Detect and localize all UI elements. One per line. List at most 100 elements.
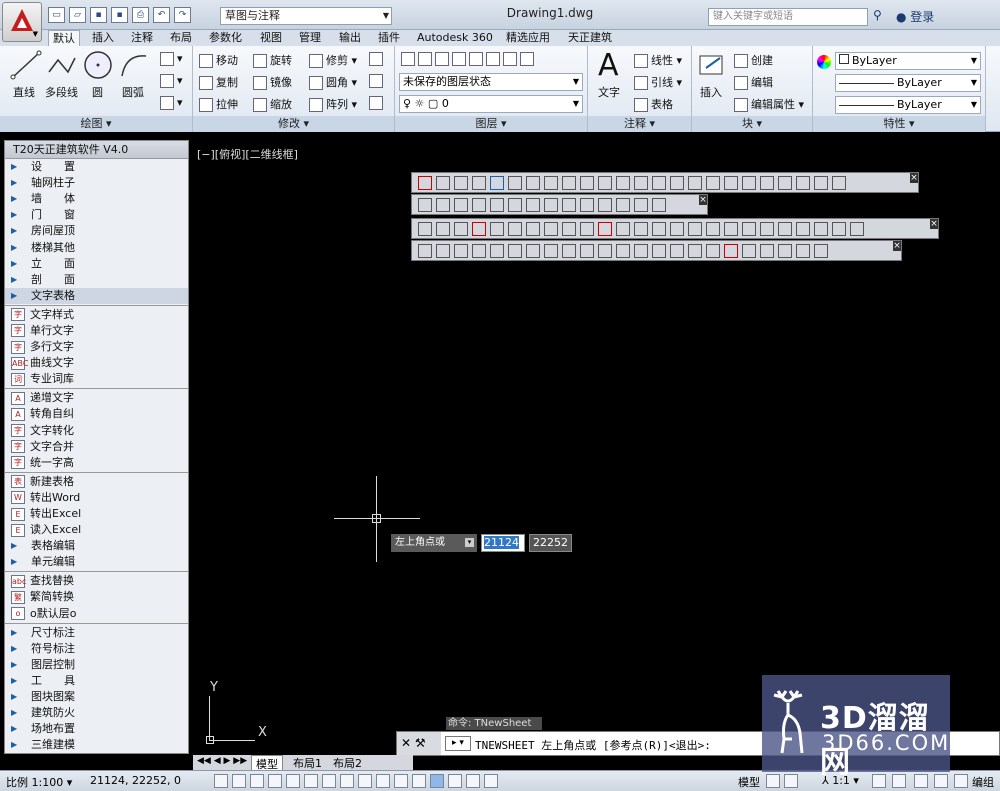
palette-item[interactable]: 词专业词库 xyxy=(5,371,188,387)
quick-view-drawings-icon[interactable] xyxy=(784,774,798,788)
palette-item[interactable]: 字文字合并 xyxy=(5,439,188,455)
selection-cycling-icon[interactable] xyxy=(448,774,462,788)
stretch-button[interactable]: 拉伸 xyxy=(199,96,238,112)
layers-panel-title[interactable]: 图层 ▾ xyxy=(395,116,587,132)
redo-icon[interactable]: ↷ xyxy=(174,7,191,23)
boundary-icon[interactable]: ▾ xyxy=(160,96,183,110)
palette-item[interactable]: ▶ 房间屋顶 xyxy=(5,223,188,239)
palette-item[interactable]: o o默认层o xyxy=(5,606,188,622)
tab-manage[interactable]: 管理 xyxy=(295,30,325,46)
copy-button[interactable]: 复制 xyxy=(199,74,238,90)
palette-item[interactable]: A 转角自纠 xyxy=(5,406,188,422)
palette-item[interactable]: 繁繁简转换 xyxy=(5,589,188,605)
osnap-icon[interactable] xyxy=(304,774,318,788)
undo-icon[interactable]: ↶ xyxy=(153,7,170,23)
tab-layout1[interactable]: 布局1 xyxy=(289,755,326,771)
otrack-icon[interactable] xyxy=(340,774,354,788)
draw-panel-title[interactable]: 绘图 ▾ xyxy=(0,116,192,132)
isolate-icon[interactable] xyxy=(954,774,968,788)
properties-panel-title[interactable]: 特性 ▾ xyxy=(813,116,985,132)
hatch-icon[interactable]: ▾ xyxy=(160,74,183,88)
tab-plugins[interactable]: 插件 xyxy=(374,30,404,46)
3d-osnap-icon[interactable] xyxy=(322,774,336,788)
new-file-icon[interactable]: ▭ xyxy=(48,7,65,23)
binoculars-icon[interactable]: ⚲ xyxy=(873,8,882,22)
tab-autodesk360[interactable]: Autodesk 360 xyxy=(413,30,497,46)
move-button[interactable]: 移动 xyxy=(199,52,238,68)
scale-button[interactable]: 缩放 xyxy=(253,96,292,112)
palette-item[interactable]: ▶ 门 窗 xyxy=(5,207,188,223)
palette-item[interactable]: 字统一字高 xyxy=(5,455,188,471)
palette-item[interactable]: ▶ 墙 体 xyxy=(5,191,188,207)
open-file-icon[interactable]: ▱ xyxy=(69,7,86,23)
dynamic-input-y[interactable]: 22252 xyxy=(529,534,572,552)
lineweight-icon[interactable] xyxy=(394,774,408,788)
rectangle-icon[interactable]: ▾ xyxy=(160,52,183,66)
palette-item[interactable]: A 递增文字 xyxy=(5,390,188,406)
tab-output[interactable]: 输出 xyxy=(335,30,365,46)
grid-icon[interactable] xyxy=(250,774,264,788)
command-line-controls[interactable]: ✕ ⚒ xyxy=(397,732,441,755)
tab-insert[interactable]: 插入 xyxy=(88,30,118,46)
palette-item[interactable]: ABC 曲线文字 xyxy=(5,355,188,371)
ortho-icon[interactable] xyxy=(268,774,282,788)
array-button[interactable]: 阵列 ▾ xyxy=(309,96,357,112)
text-button[interactable]: 文字 xyxy=(598,84,620,100)
polyline-button[interactable]: 多段线 xyxy=(45,84,78,100)
palette-item[interactable]: ▶ 楼梯其他 xyxy=(5,239,188,255)
palette-item[interactable]: 表新建表格 xyxy=(5,474,188,490)
palette-item[interactable]: W 转出Word xyxy=(5,490,188,506)
palette-item[interactable]: ▶ 符号标注 xyxy=(5,641,188,657)
command-prompt-icon[interactable]: ▸ ▾ xyxy=(445,736,471,751)
dropdown-icon[interactable]: ▾ xyxy=(465,538,474,547)
palette-item[interactable]: ▶ 文字表格 xyxy=(5,287,188,304)
annotation-monitor-icon[interactable] xyxy=(466,774,480,788)
circle-button[interactable]: 圆 xyxy=(92,84,103,100)
insert-button[interactable]: 插入 xyxy=(700,84,722,100)
plus-icon[interactable] xyxy=(484,774,498,788)
application-menu-button[interactable]: ▼ xyxy=(2,2,42,42)
palette-item[interactable]: ▶ 轴网柱子 xyxy=(5,175,188,191)
palette-item[interactable]: 字文字转化 xyxy=(5,423,188,439)
layer-state-select[interactable]: 未保存的图层状态 ▼ xyxy=(399,73,583,91)
close-icon[interactable]: ✕ xyxy=(401,736,411,750)
create-block-button[interactable]: 创建 xyxy=(734,52,773,68)
tab-annotate[interactable]: 注释 xyxy=(127,30,157,46)
palette-item[interactable]: 字单行文字 xyxy=(5,323,188,339)
tab-default[interactable]: 默认 xyxy=(48,30,80,46)
palette-item[interactable]: ▶ 建筑防火 xyxy=(5,705,188,721)
close-icon[interactable]: × xyxy=(699,195,707,205)
block-panel-title[interactable]: 块 ▾ xyxy=(692,116,812,132)
quick-view-layouts-icon[interactable] xyxy=(766,774,780,788)
palette-item[interactable]: ▶ 三维建模 xyxy=(5,737,188,753)
trim-button[interactable]: 修剪 ▾ xyxy=(309,52,357,68)
lineweight-select[interactable]: ByLayer ▼ xyxy=(835,96,981,114)
tab-view[interactable]: 视图 xyxy=(256,30,286,46)
palette-item[interactable]: ▶ 图块图案 xyxy=(5,689,188,705)
palette-item[interactable]: E 转出Excel xyxy=(5,506,188,522)
search-input[interactable]: 键入关键字或短语 xyxy=(708,8,868,26)
infer-icon[interactable] xyxy=(214,774,228,788)
explode-icon[interactable] xyxy=(369,74,386,88)
palette-item[interactable]: ▶ 立 面 xyxy=(5,256,188,272)
tab-nav-icons[interactable]: ◀◀ ◀ ▶ ▶▶ xyxy=(197,756,247,766)
palette-item[interactable]: 字多行文字 xyxy=(5,339,188,355)
ducs-icon[interactable] xyxy=(358,774,372,788)
rotate-button[interactable]: 旋转 xyxy=(253,52,292,68)
close-icon[interactable]: × xyxy=(893,241,901,251)
tab-tarch[interactable]: 天正建筑 xyxy=(564,30,616,46)
dynamic-input-x[interactable]: 21124 xyxy=(481,534,525,552)
scale-select[interactable]: 比例 1:100 ▾ xyxy=(6,774,72,790)
palette-item[interactable]: ▶ 场地布置 xyxy=(5,721,188,737)
viewport-controls[interactable]: [−][俯视][二维线框] xyxy=(197,146,298,162)
line-button[interactable]: 直线 xyxy=(13,84,35,100)
palette-item[interactable]: ▶ 表格编辑 xyxy=(5,538,188,554)
linetype-select[interactable]: ByLayer ▼ xyxy=(835,74,981,92)
login-button[interactable]: ● 登录 xyxy=(896,8,934,25)
palette-item[interactable]: ▶ 剖 面 xyxy=(5,272,188,288)
quick-properties-icon[interactable] xyxy=(430,774,444,788)
polar-icon[interactable] xyxy=(286,774,300,788)
model-space-button[interactable]: 模型 xyxy=(738,774,760,790)
edit-attributes-button[interactable]: 编辑属性 ▾ xyxy=(734,96,804,112)
offset-icon[interactable] xyxy=(369,96,386,110)
